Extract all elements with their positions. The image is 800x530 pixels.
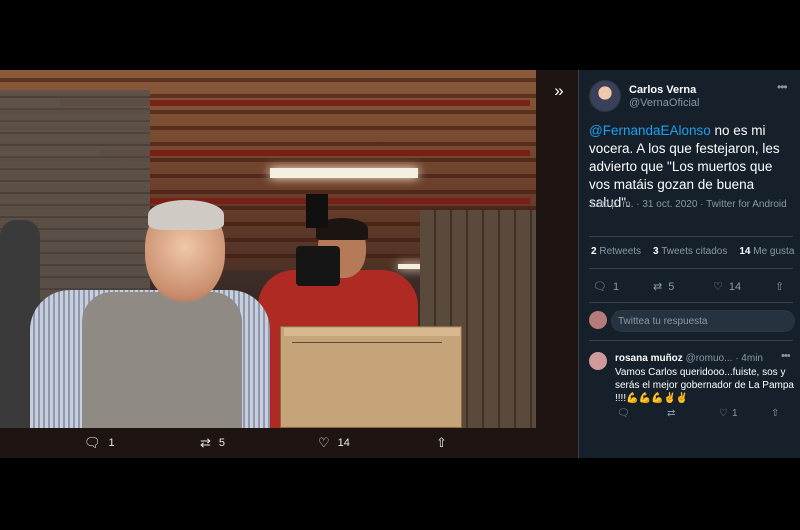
share-icon: ⇧ <box>436 435 447 450</box>
author-handle[interactable]: @VernaOficial <box>629 97 699 109</box>
tweet-meta: 1:30 p. m. · 31 oct. 2020 · Twitter for … <box>589 199 787 210</box>
more-icon: ••• <box>777 80 788 94</box>
reply-input[interactable] <box>611 310 795 332</box>
retweet-icon: ⇄ <box>667 408 676 419</box>
reply-composer <box>579 306 800 338</box>
quotes-stat[interactable]: 3 Tweets citados <box>653 246 727 257</box>
heart-icon: ♡ <box>318 435 330 450</box>
like-button[interactable]: ♡ 14 <box>713 280 741 294</box>
reply-reply-button[interactable]: 🗨 <box>617 408 630 419</box>
tweet-action-bar: 🗨 1 ⇄ 5 ♡ 14 ⇧ <box>579 276 800 302</box>
reply-action-bar: 🗨 ⇄ ♡ 1 ⇧ <box>579 406 800 426</box>
retweet-icon: ⇄ <box>653 281 663 293</box>
user-avatar <box>589 311 607 329</box>
photo-main-person <box>30 200 270 428</box>
divider <box>589 302 793 303</box>
media-reply-button[interactable]: 🗨 1 <box>84 436 115 449</box>
reply-icon: 🗨 <box>617 408 630 419</box>
share-icon: ⇧ <box>771 408 780 419</box>
reply-icon: 🗨 <box>593 281 607 293</box>
tweet-stats: 2 Retweets 3 Tweets citados 14 Me gusta <box>591 246 794 257</box>
author-avatar[interactable] <box>589 80 621 112</box>
retweets-stat[interactable]: 2 Retweets <box>591 246 641 257</box>
divider <box>589 340 793 341</box>
tweet-photo <box>0 70 536 428</box>
photo-beam <box>100 150 530 156</box>
mention-link[interactable]: @FernandaEAlonso <box>589 123 711 138</box>
reply-time: · 4min <box>735 353 763 364</box>
more-icon: ••• <box>781 350 791 362</box>
reply-more-button[interactable]: ••• <box>781 350 791 362</box>
media-share-button[interactable]: ⇧ <box>436 436 447 449</box>
media-retweet-button[interactable]: ⇄ 5 <box>200 436 225 449</box>
share-icon: ⇧ <box>775 281 785 293</box>
tweet-detail-panel: Carlos Verna @VernaOficial ••• @Fernanda… <box>578 70 800 458</box>
reply-author-name[interactable]: rosana muñoz <box>615 353 683 364</box>
share-button[interactable]: ⇧ <box>775 280 784 293</box>
reply-icon: 🗨 <box>84 435 101 450</box>
chevrons-right-icon: » <box>554 81 564 100</box>
reply-share-button[interactable]: ⇧ <box>771 408 779 419</box>
media-action-bar: 🗨 1 ⇄ 5 ♡ 14 ⇧ <box>0 428 578 458</box>
media-like-button[interactable]: ♡ 14 <box>318 436 350 449</box>
heart-icon: ♡ <box>713 281 723 293</box>
media-viewer: » 🗨 1 ⇄ 5 ♡ 14 ⇧ <box>0 70 578 458</box>
photo-lamp <box>270 168 418 178</box>
reply-tweet[interactable]: rosana muñoz @romuo... · 4min ••• Vamos … <box>579 346 800 456</box>
reply-like-button[interactable]: ♡ 1 <box>719 408 738 419</box>
author-name[interactable]: Carlos Verna <box>629 84 696 96</box>
heart-icon: ♡ <box>719 408 728 419</box>
reply-header: rosana muñoz @romuo... · 4min <box>615 353 795 364</box>
divider <box>589 236 793 237</box>
divider <box>589 268 793 269</box>
reply-text: Vamos Carlos queridooo...fuiste, sos y s… <box>615 367 794 404</box>
reply-retweet-button[interactable]: ⇄ <box>667 408 675 419</box>
reply-author-handle[interactable]: @romuo... <box>686 353 733 364</box>
expand-panel-button[interactable]: » <box>548 80 570 102</box>
reply-button[interactable]: 🗨 1 <box>593 280 619 294</box>
more-options-button[interactable]: ••• <box>777 80 788 94</box>
retweet-button[interactable]: ⇄ 5 <box>653 280 674 294</box>
retweet-icon: ⇄ <box>200 435 211 450</box>
reply-author-avatar[interactable] <box>589 352 607 370</box>
likes-stat[interactable]: 14 Me gusta <box>739 246 794 257</box>
